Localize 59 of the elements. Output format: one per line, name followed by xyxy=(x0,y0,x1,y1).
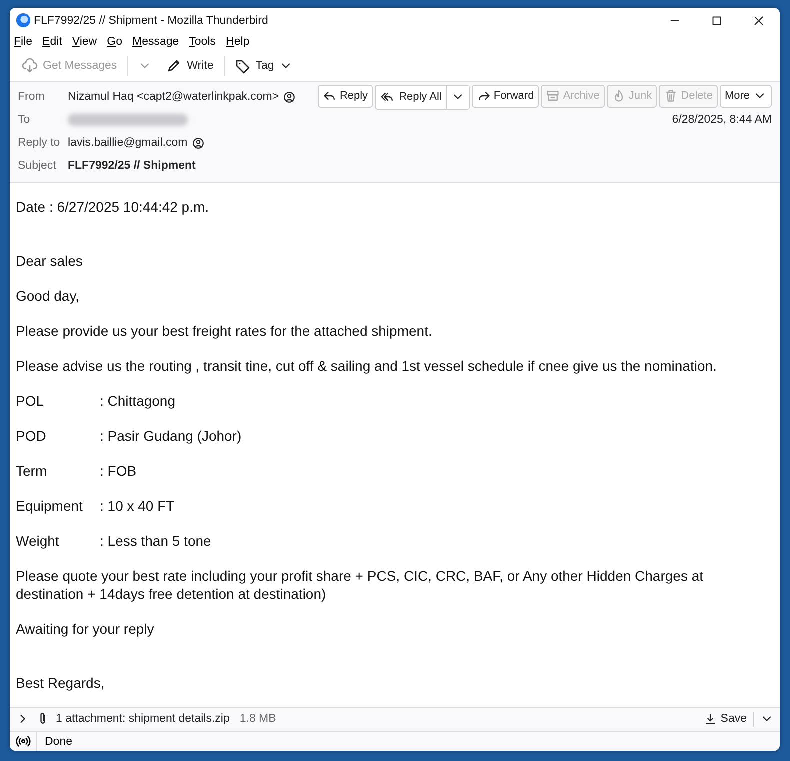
attachment-summary[interactable]: 1 attachment: shipment details.zip xyxy=(56,713,230,726)
cloud-download-icon xyxy=(22,58,38,74)
forward-arrow-icon xyxy=(476,89,491,103)
download-icon xyxy=(704,712,717,726)
menu-item[interactable]: Help xyxy=(226,36,250,48)
forward-button[interactable]: Forward xyxy=(472,84,540,108)
message-date: 6/28/2025, 8:44 AM xyxy=(672,114,772,126)
pencil-icon xyxy=(166,58,182,74)
app-logo-icon xyxy=(16,13,31,28)
message-paragraph: Best Regards, xyxy=(16,674,106,692)
maximize-icon xyxy=(711,14,723,27)
write-button[interactable]: Write xyxy=(162,54,218,76)
field-value: : Pasir Gudang (Johor) xyxy=(100,426,242,444)
menu-item[interactable]: File xyxy=(14,36,33,48)
online-signal-icon xyxy=(16,734,30,750)
reply-all-menu-button[interactable] xyxy=(446,86,469,108)
attachment-size: 1.8 MB xyxy=(240,713,276,726)
message-paragraph: Date : 6/27/2025 10:44:42 p.m. xyxy=(16,198,210,216)
more-button[interactable]: More xyxy=(720,84,772,108)
reply-button[interactable]: Reply xyxy=(318,84,374,108)
archive-box-icon xyxy=(546,89,560,103)
window-title: FLF7992/25 // Shipment - Mozilla Thunderbird xyxy=(34,14,270,27)
message-paragraph: Dear sales xyxy=(16,252,84,270)
contact-icon xyxy=(283,90,296,104)
menu-item[interactable]: View xyxy=(72,36,98,48)
sender-address[interactable]: Nizamul Haq <capt2@waterlinkpak.com> xyxy=(68,91,280,103)
save-button[interactable]: Save xyxy=(698,712,754,727)
field-label: Weight xyxy=(16,532,60,550)
menu-item[interactable]: Go xyxy=(107,36,122,48)
message-paragraph: Please advise us the routing , transit tine, cut off & sailing and 1st vessel schedule if cnee give us the nomination. xyxy=(16,356,718,374)
menu-item[interactable]: Tools xyxy=(189,36,216,48)
message-paragraph: Good day, xyxy=(16,286,81,304)
tag-icon xyxy=(234,58,251,74)
subject-label: Subject xyxy=(18,159,58,174)
reply-to-address[interactable]: lavis.baillie@gmail.com xyxy=(68,137,188,149)
reply-all-split-button[interactable]: Reply All xyxy=(375,84,470,110)
message-paragraph: Awaiting for your reply xyxy=(16,620,156,638)
to-label: To xyxy=(18,113,32,128)
reply-arrow-icon xyxy=(322,89,337,103)
status-text: Done xyxy=(45,736,72,748)
field-label: Equipment xyxy=(16,496,84,514)
trash-icon xyxy=(664,89,678,103)
menu-item[interactable]: Message xyxy=(132,36,180,48)
field-label: POD xyxy=(16,426,48,444)
message-paragraph: Please quote your best rate including your profit share + PCS, CIC, CRC, BAF, or Any other Hidden Charges at destination + 14days free detention at destination) xyxy=(16,566,705,602)
field-value: : FOB xyxy=(100,462,137,480)
message-paragraph: Please provide us your best freight rates for the attached shipment. xyxy=(16,322,434,340)
menu-item[interactable]: Edit xyxy=(42,36,62,48)
from-label: From xyxy=(18,90,46,105)
field-label: Term xyxy=(16,462,48,480)
tag-button[interactable]: Tag xyxy=(230,54,298,76)
field-value: : Chittagong xyxy=(100,392,176,410)
contact-icon xyxy=(192,136,205,150)
reply-to-label: Reply to xyxy=(18,136,62,151)
field-value: : 10 x 40 FT xyxy=(100,496,175,514)
close-icon xyxy=(753,14,765,27)
field-value: : Less than 5 tone xyxy=(100,532,212,550)
subject-text: FLF7992/25 // Shipment xyxy=(68,160,196,172)
field-label: POL xyxy=(16,392,46,410)
